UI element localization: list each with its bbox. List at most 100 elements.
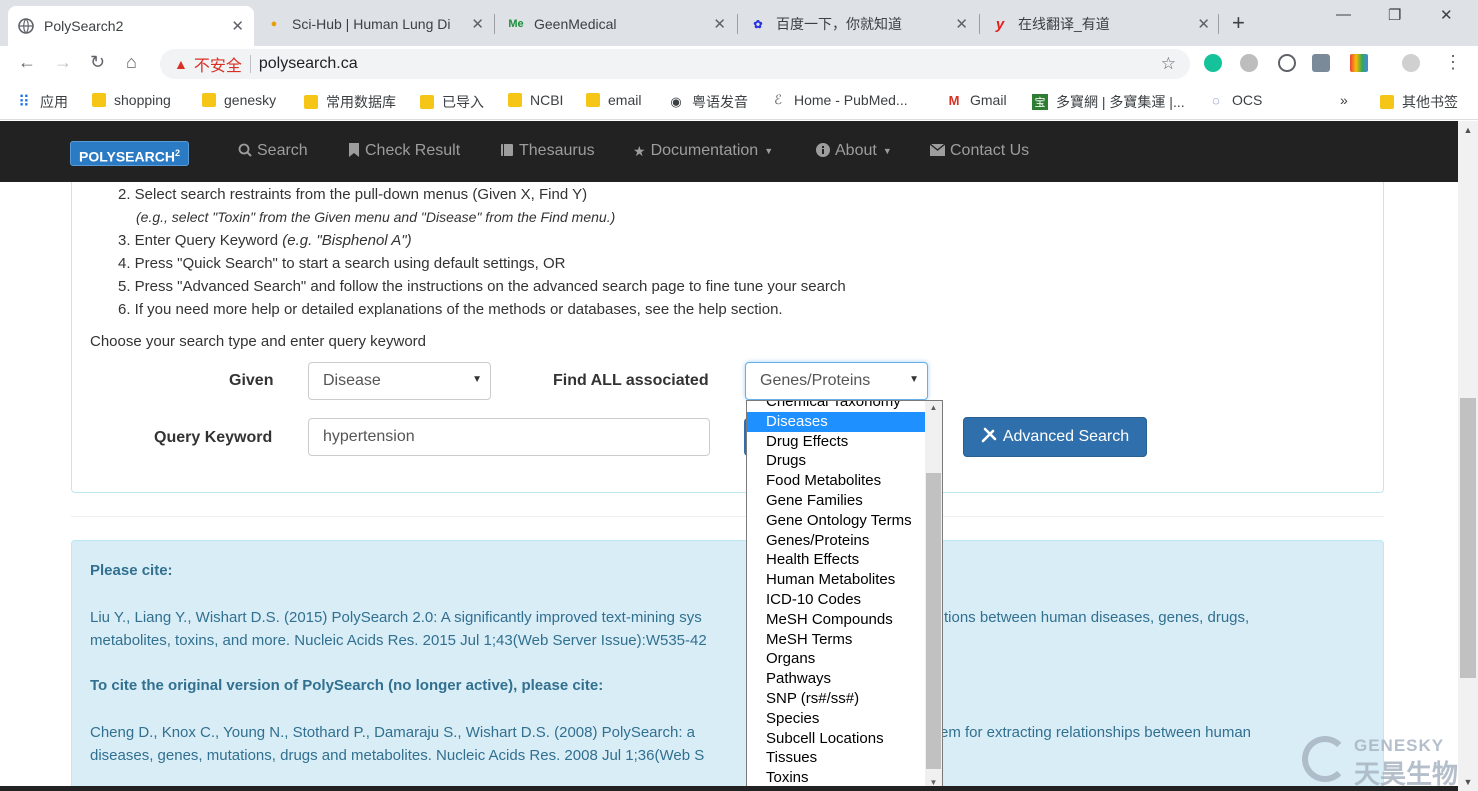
address-bar[interactable]: ▲ 不安全 polysearch.ca ☆ [160, 49, 1190, 79]
profile-avatar[interactable] [1402, 54, 1420, 72]
instruction-step-2-example: (e.g., select "Toxin" from the Given men… [136, 209, 616, 225]
list-item[interactable]: Health Effects [747, 550, 942, 570]
cite-text-1b: tions between human diseases, genes, dru… [944, 609, 1250, 626]
folder-icon [1380, 95, 1394, 109]
home-icon[interactable]: ⌂ [126, 52, 137, 73]
list-item[interactable]: Human Metabolites [747, 570, 942, 590]
extension-icon[interactable] [1240, 54, 1258, 72]
list-item[interactable]: Pathways [747, 669, 942, 689]
bookmark-folder-ncbi[interactable]: NCBI [508, 92, 563, 108]
advanced-search-button[interactable]: Advanced Search [963, 417, 1147, 457]
more-bookmarks-button[interactable]: » [1340, 92, 1348, 108]
close-tab-icon[interactable]: ✕ [471, 15, 484, 33]
close-tab-icon[interactable]: ✕ [955, 15, 968, 33]
list-item[interactable]: ICD-10 Codes [747, 590, 942, 610]
list-item[interactable]: Drugs [747, 451, 942, 471]
duobao-icon: 宝 [1032, 94, 1048, 110]
scroll-down-icon[interactable]: ▼ [1458, 777, 1478, 787]
nav-about[interactable]: About ▼ [816, 142, 892, 160]
bookmark-star-icon[interactable]: ☆ [1161, 54, 1176, 74]
bookmark-folder-other[interactable]: 其他书签 [1380, 92, 1458, 112]
bookmark-apps[interactable]: ⠿ 应用 [16, 92, 68, 112]
bookmark-label: 常用数据库 [326, 94, 396, 110]
close-tab-icon[interactable]: ✕ [713, 15, 726, 33]
bookmark-gmail[interactable]: M Gmail [946, 92, 1007, 108]
bookmark-pubmed[interactable]: ℰ Home - PubMed... [770, 92, 908, 108]
extension-icon[interactable] [1350, 54, 1368, 72]
list-item[interactable]: Gene Ontology Terms [747, 511, 942, 531]
list-item[interactable]: Genes/Proteins [747, 531, 942, 551]
list-scroll-thumb[interactable] [926, 473, 941, 769]
nav-check-result[interactable]: Check Result [348, 142, 460, 160]
grammarly-icon[interactable] [1204, 54, 1222, 72]
scroll-up-icon[interactable]: ▲ [1458, 125, 1478, 135]
query-keyword-input[interactable]: hypertension [308, 418, 710, 456]
menu-icon[interactable]: ⋮ [1444, 52, 1462, 73]
list-item[interactable]: Diseases [747, 411, 942, 432]
forward-icon[interactable]: → [54, 52, 72, 73]
list-item[interactable]: Toxins [747, 768, 942, 788]
instruction-step-3-example: (e.g. "Bisphenol A") [282, 232, 412, 249]
bookmark-folder-shopping[interactable]: shopping [92, 92, 171, 108]
bookmark-icon [348, 142, 360, 160]
nav-contact[interactable]: Contact Us [929, 142, 1029, 160]
list-item[interactable]: Drug Effects [747, 432, 942, 452]
bookmark-folder-databases[interactable]: 常用数据库 [304, 92, 396, 112]
bookmark-cantonese[interactable]: ◉ 粤语发音 [668, 92, 748, 112]
bookmark-ocs[interactable]: ◌ OCS [1208, 92, 1262, 108]
page-scroll-thumb[interactable] [1460, 398, 1476, 678]
form-prompt: Choose your search type and enter query … [90, 333, 427, 350]
find-options-list[interactable]: Chemical Taxonomy Diseases Drug Effects Dr… [746, 400, 943, 790]
tab-title: 百度一下，你就知道 [776, 16, 902, 32]
minimize-icon[interactable]: — [1336, 6, 1351, 23]
watermark-en: GENESKY [1354, 736, 1445, 755]
back-icon[interactable]: ← [18, 52, 36, 73]
list-item[interactable]: Food Metabolites [747, 471, 942, 491]
bookmarks-bar: ⠿ 应用 shopping genesky 常用数据库 已导入 NCBI ema… [0, 82, 1478, 120]
list-item[interactable]: Tissues [747, 748, 942, 768]
nav-thesaurus[interactable]: Thesaurus [500, 142, 595, 160]
tab-polysearch2[interactable]: PolySearch2 ✕ [8, 6, 254, 46]
nav-documentation[interactable]: ★ Documentation ▼ [633, 142, 773, 160]
list-item[interactable]: Organs [747, 649, 942, 669]
scroll-up-icon[interactable]: ▲ [925, 403, 942, 412]
option-chemical-taxonomy[interactable]: Chemical Taxonomy [747, 401, 942, 412]
list-item[interactable]: SNP (rs#/ss#) [747, 689, 942, 709]
list-item[interactable]: Subcell Locations [747, 729, 942, 749]
speed-icon[interactable] [1278, 54, 1296, 72]
reload-icon[interactable]: ↻ [90, 52, 105, 73]
bookmark-folder-imported[interactable]: 已导入 [420, 92, 484, 112]
brand-logo[interactable]: POLYSEARCH2 [70, 141, 189, 166]
baidu-icon: ✿ [753, 18, 763, 31]
restore-icon[interactable]: ❐ [1388, 6, 1401, 24]
tab-scihub[interactable]: ● Sci-Hub | Human Lung Di ✕ [256, 8, 494, 40]
list-item[interactable]: MeSH Terms [747, 630, 942, 650]
warning-icon: ▲ [174, 56, 188, 72]
list-item[interactable]: Species [747, 709, 942, 729]
tab-baidu[interactable]: ✿ 百度一下，你就知道 ✕ [740, 8, 978, 40]
extension-icon[interactable] [1312, 54, 1330, 72]
nav-search[interactable]: Search [238, 142, 308, 160]
site-navbar: POLYSEARCH2 Search Check Result Thesauru… [0, 121, 1458, 182]
close-tab-icon[interactable]: ✕ [231, 17, 244, 35]
folder-icon [586, 93, 600, 107]
browser-toolbar: ← → ↻ ⌂ ▲ 不安全 polysearch.ca ☆ ⋮ [0, 46, 1478, 82]
advanced-search-label: Advanced Search [1002, 428, 1130, 445]
tab-geenmedical[interactable]: Me GeenMedical ✕ [498, 8, 736, 40]
section-divider [71, 516, 1384, 517]
list-item[interactable]: MeSH Compounds [747, 610, 942, 630]
list-item[interactable]: Gene Families [747, 491, 942, 511]
list-scrollbar[interactable]: ▲ ▼ [925, 401, 942, 789]
close-window-icon[interactable]: ✕ [1440, 6, 1453, 24]
bookmark-folder-genesky[interactable]: genesky [202, 92, 276, 108]
bookmark-folder-email[interactable]: email [586, 92, 641, 108]
given-select[interactable]: Disease ▼ [308, 362, 491, 400]
bookmark-duobao[interactable]: 宝多寶網 | 多寶集運 |... [1032, 92, 1185, 112]
find-select[interactable]: Genes/Proteins ▼ [745, 362, 928, 400]
page-scrollbar[interactable]: ▲ ▼ [1458, 121, 1478, 791]
new-tab-button[interactable]: + [1232, 10, 1245, 36]
bookmark-label: email [608, 92, 642, 108]
tab-youdao[interactable]: y 在线翻译_有道 ✕ [982, 8, 1220, 40]
close-tab-icon[interactable]: ✕ [1197, 15, 1210, 33]
more-bookmarks-label: » [1340, 92, 1348, 108]
